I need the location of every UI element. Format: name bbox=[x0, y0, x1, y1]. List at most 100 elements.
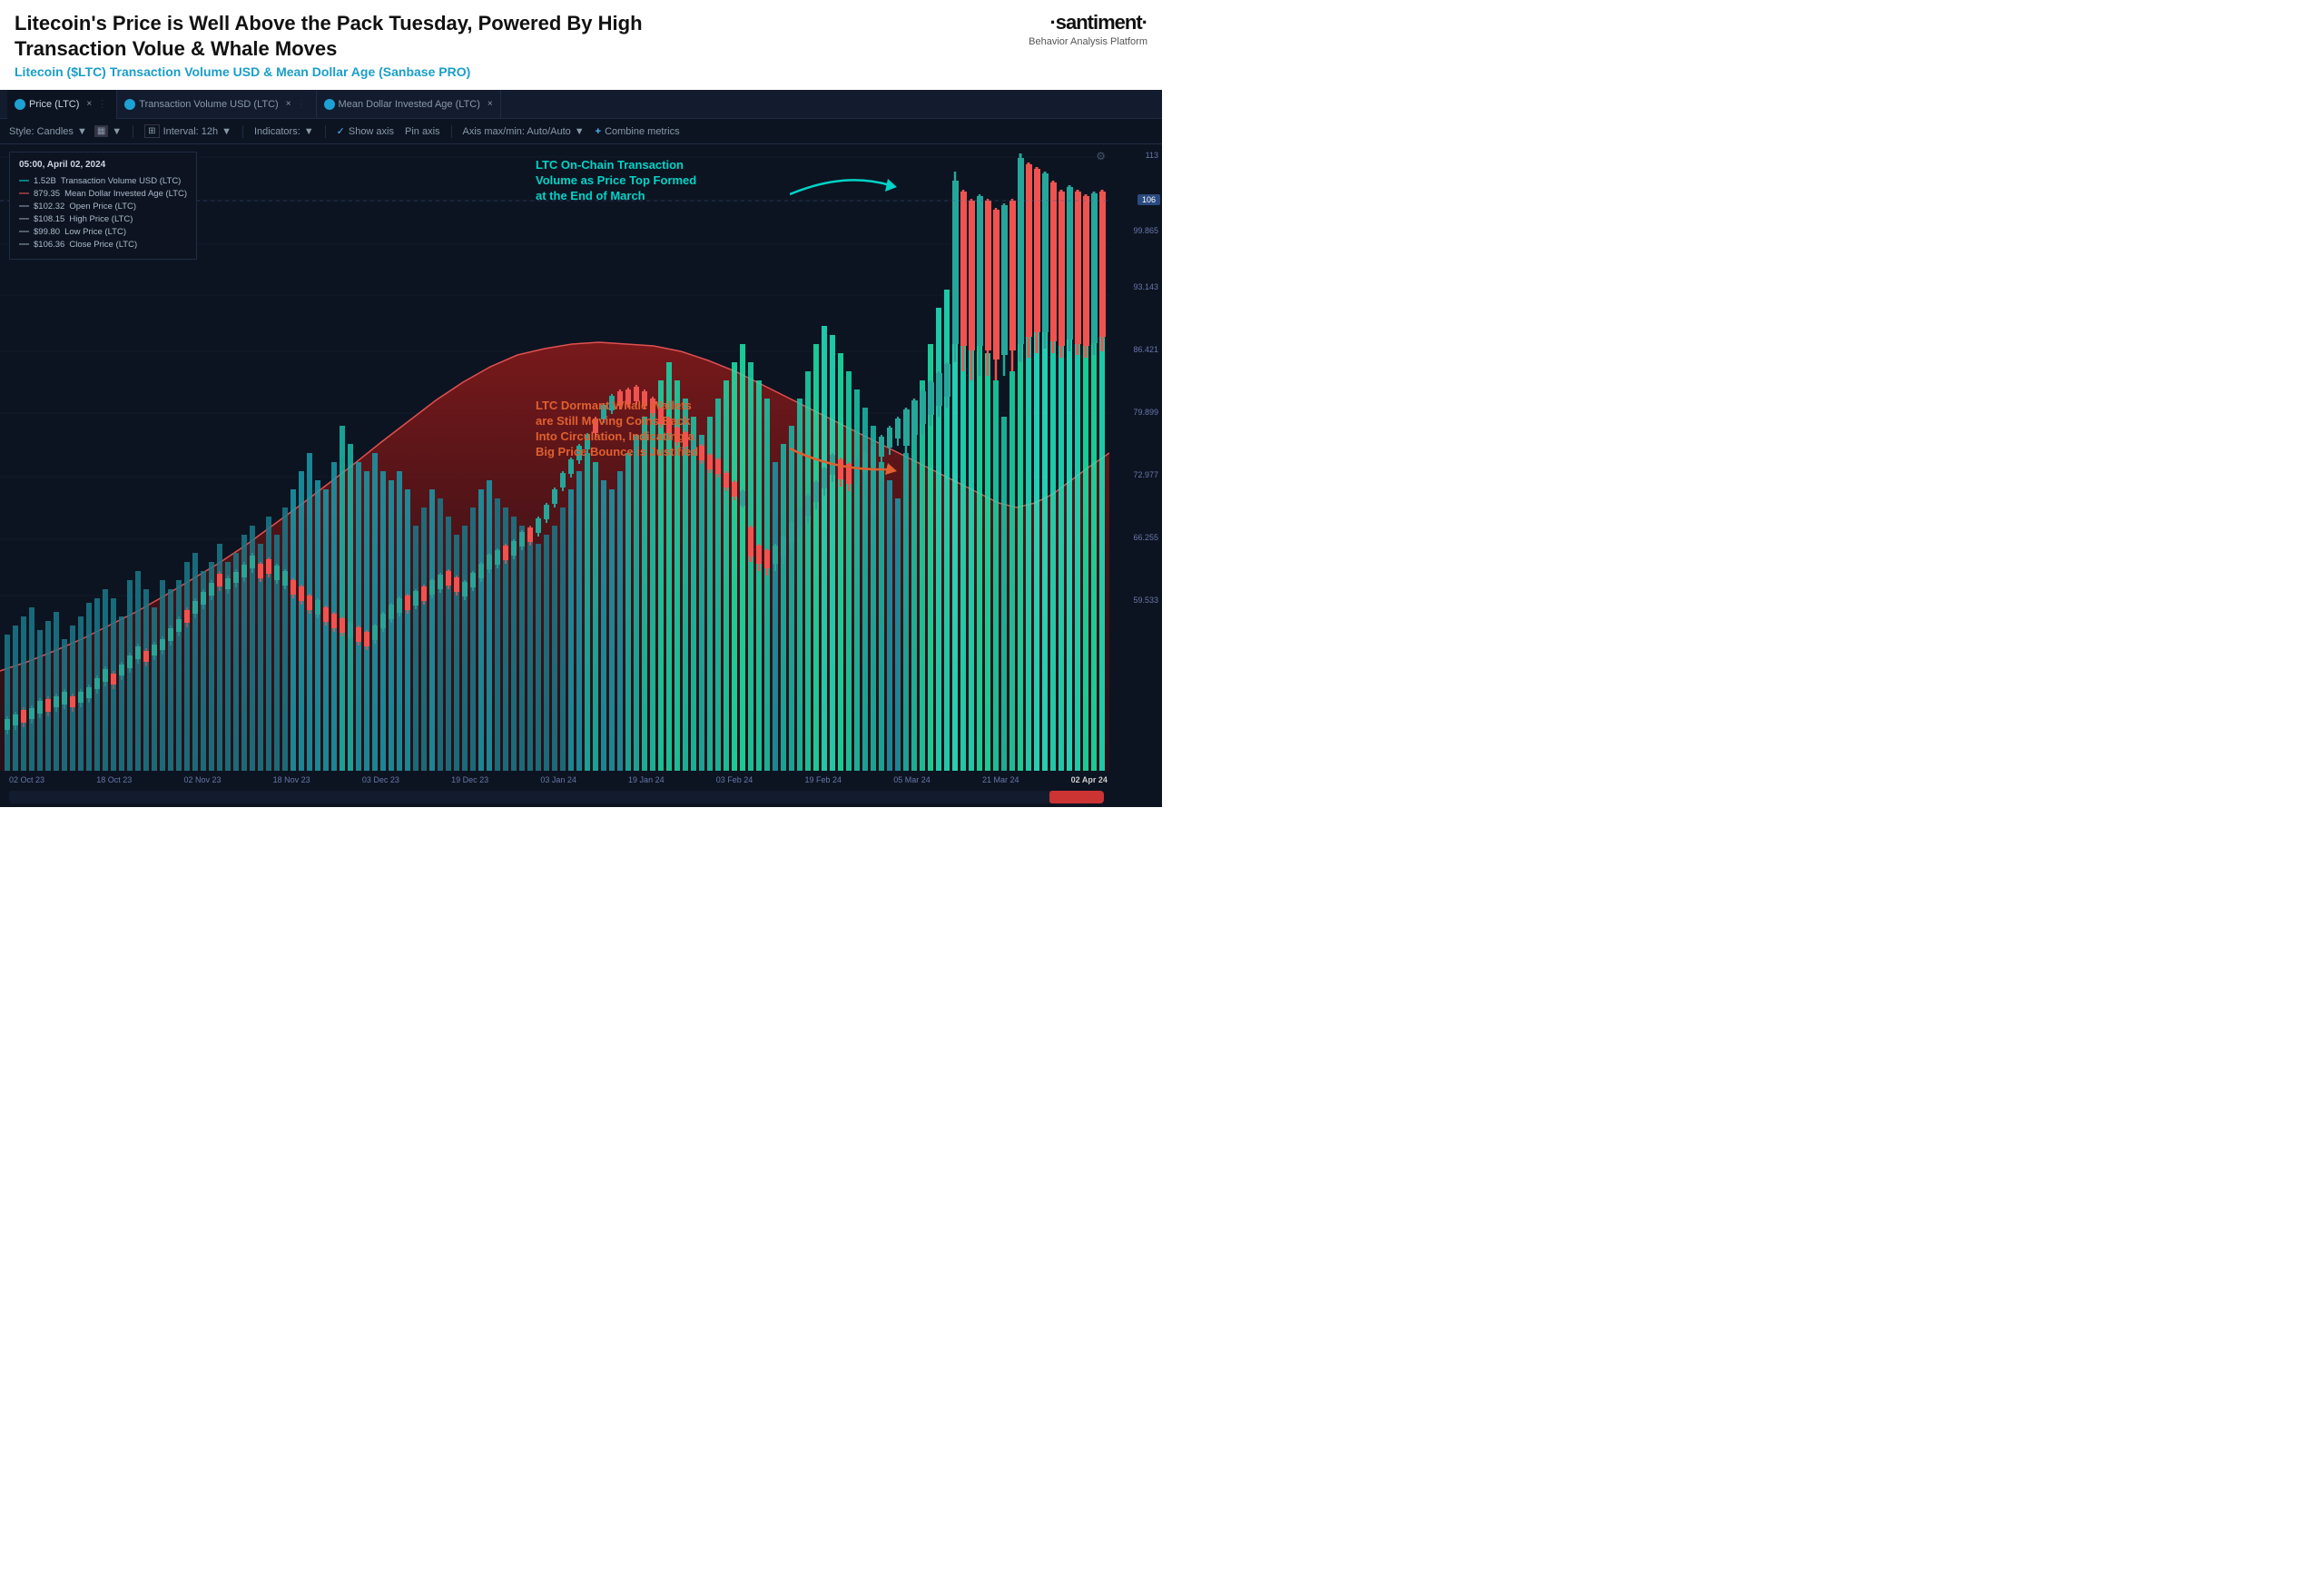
legend-dash-4: — bbox=[19, 226, 29, 237]
legend-row-3: — $108.15 High Price (LTC) bbox=[19, 213, 187, 224]
legend-dash-1: — bbox=[19, 188, 29, 199]
x-label-1: 18 Oct 23 bbox=[96, 775, 132, 784]
tab-volume[interactable]: Transaction Volume USD (LTC) × ⋮ bbox=[117, 90, 316, 119]
indicators-dropdown: ▼ bbox=[304, 126, 314, 137]
legend-val-3: $108.15 bbox=[34, 214, 64, 224]
style-icon: ▦ bbox=[94, 125, 108, 137]
style-candles[interactable]: Style: Candles ▼ ▦ ▼ bbox=[9, 125, 122, 137]
style-dropdown-icon: ▼ bbox=[77, 126, 87, 137]
interval-item[interactable]: ⊞ Interval: 12h ▼ bbox=[144, 124, 231, 138]
legend-dash-2: — bbox=[19, 201, 29, 212]
y-label-93: 93.143 bbox=[1133, 282, 1158, 291]
scrollbar-area[interactable] bbox=[9, 791, 1104, 803]
axis-maxmin-label: Axis max/min: Auto/Auto bbox=[463, 126, 571, 137]
tab-price[interactable]: Price (LTC) × ⋮ bbox=[7, 90, 117, 119]
legend-label-2: Open Price (LTC) bbox=[69, 202, 136, 212]
tab-volume-label: Transaction Volume USD (LTC) bbox=[139, 99, 278, 110]
legend-dash-5: — bbox=[19, 239, 29, 250]
x-label-12: 02 Apr 24 bbox=[1071, 775, 1108, 784]
legend-val-5: $106.36 bbox=[34, 240, 64, 250]
legend-val-2: $102.32 bbox=[34, 202, 64, 212]
x-label-3: 18 Nov 23 bbox=[273, 775, 310, 784]
legend-label-1: Mean Dollar Invested Age (LTC) bbox=[64, 189, 187, 199]
legend-val-1: 879.35 bbox=[34, 189, 60, 199]
tabs-bar: Price (LTC) × ⋮ Transaction Volume USD (… bbox=[0, 90, 1162, 119]
y-label-79: 79.899 bbox=[1133, 408, 1158, 417]
x-label-8: 03 Feb 24 bbox=[716, 775, 753, 784]
scrollbar-thumb[interactable] bbox=[1049, 791, 1104, 803]
x-label-4: 03 Dec 23 bbox=[362, 775, 399, 784]
header-left: Litecoin's Price is Well Above the Pack … bbox=[15, 11, 650, 79]
interval-label: Interval: 12h bbox=[163, 126, 219, 137]
indicators-label: Indicators: bbox=[254, 126, 300, 137]
y-label-99: 99.865 bbox=[1133, 226, 1158, 235]
ltc-icon-3 bbox=[324, 99, 335, 110]
combine-metrics-item[interactable]: + Combine metrics bbox=[596, 126, 680, 137]
y-label-113: 113 bbox=[1146, 151, 1158, 160]
legend-val-0: 1.52B bbox=[34, 176, 56, 186]
tab-mda-close[interactable]: × bbox=[487, 99, 493, 109]
sub-title: Litecoin ($LTC) Transaction Volume USD &… bbox=[15, 64, 650, 79]
style-label: Style: Candles bbox=[9, 126, 74, 137]
legend-label-0: Transaction Volume USD (LTC) bbox=[61, 176, 182, 186]
legend-row-0: — 1.52B Transaction Volume USD (LTC) bbox=[19, 175, 187, 186]
legend-row-2: — $102.32 Open Price (LTC) bbox=[19, 201, 187, 212]
header: Litecoin's Price is Well Above the Pack … bbox=[0, 0, 1162, 86]
x-label-2: 02 Nov 23 bbox=[183, 775, 221, 784]
main-title: Litecoin's Price is Well Above the Pack … bbox=[15, 11, 650, 61]
settings-icon[interactable]: ⚙ bbox=[1096, 150, 1106, 163]
x-label-0: 02 Oct 23 bbox=[9, 775, 44, 784]
legend-dash-3: — bbox=[19, 213, 29, 224]
legend-date: 05:00, April 02, 2024 bbox=[19, 160, 187, 170]
legend-dash-0: — bbox=[19, 175, 29, 186]
logo-sub: Behavior Analysis Platform bbox=[1002, 36, 1147, 47]
x-axis: 02 Oct 23 18 Oct 23 02 Nov 23 18 Nov 23 … bbox=[9, 771, 1108, 789]
y-label-106-highlight: 106 bbox=[1137, 194, 1160, 205]
sep2 bbox=[242, 125, 243, 138]
toolbar: Style: Candles ▼ ▦ ▼ ⊞ Interval: 12h ▼ I… bbox=[0, 119, 1162, 144]
sep3 bbox=[325, 125, 326, 138]
pin-axis-label: Pin axis bbox=[405, 126, 440, 137]
indicators-item[interactable]: Indicators: ▼ bbox=[254, 126, 314, 137]
axis-maxmin-item[interactable]: Axis max/min: Auto/Auto ▼ bbox=[463, 126, 585, 137]
interval-icon: ⊞ bbox=[144, 124, 159, 138]
show-axis-item[interactable]: ✓ Show axis bbox=[337, 125, 394, 137]
y-label-86: 86.421 bbox=[1133, 345, 1158, 354]
legend-box: 05:00, April 02, 2024 — 1.52B Transactio… bbox=[9, 152, 197, 260]
x-label-9: 19 Feb 24 bbox=[805, 775, 842, 784]
tab-price-label: Price (LTC) bbox=[29, 99, 79, 110]
style-dropdown-icon2: ▼ bbox=[112, 126, 122, 137]
legend-label-5: Close Price (LTC) bbox=[69, 240, 137, 250]
sep4 bbox=[451, 125, 452, 138]
x-label-11: 21 Mar 24 bbox=[982, 775, 1019, 784]
show-axis-label: Show axis bbox=[349, 126, 394, 137]
tab-volume-close[interactable]: × bbox=[286, 99, 291, 109]
plus-icon: + bbox=[596, 126, 601, 137]
x-label-5: 19 Dec 23 bbox=[451, 775, 488, 784]
show-axis-check: ✓ bbox=[337, 125, 345, 137]
x-label-10: 05 Mar 24 bbox=[893, 775, 931, 784]
combine-metrics-label: Combine metrics bbox=[605, 126, 680, 137]
tab-mda-label: Mean Dollar Invested Age (LTC) bbox=[339, 99, 480, 110]
legend-label-4: Low Price (LTC) bbox=[64, 227, 126, 237]
ltc-icon bbox=[15, 99, 25, 110]
arrow-cyan bbox=[790, 163, 899, 208]
logo-area: ·santiment· Behavior Analysis Platform bbox=[1002, 11, 1147, 47]
x-label-7: 19 Jan 24 bbox=[628, 775, 665, 784]
tab-mda[interactable]: Mean Dollar Invested Age (LTC) × bbox=[317, 90, 501, 119]
legend-row-1: — 879.35 Mean Dollar Invested Age (LTC) bbox=[19, 188, 187, 199]
y-label-72: 72.977 bbox=[1133, 470, 1158, 479]
legend-label-3: High Price (LTC) bbox=[69, 214, 133, 224]
annotation-cyan: LTC On-Chain TransactionVolume as Price … bbox=[536, 158, 696, 204]
annotation-red: LTC Dormant Whale Walletsare Still Movin… bbox=[536, 399, 698, 460]
y-axis: 113 106 99.865 93.143 86.421 79.899 72.9… bbox=[1109, 144, 1162, 771]
interval-dropdown: ▼ bbox=[222, 126, 231, 137]
y-label-66: 66.255 bbox=[1133, 533, 1158, 542]
axis-maxmin-dropdown: ▼ bbox=[575, 126, 585, 137]
chart-container: Price (LTC) × ⋮ Transaction Volume USD (… bbox=[0, 90, 1162, 807]
x-label-6: 03 Jan 24 bbox=[540, 775, 576, 784]
legend-row-4: — $99.80 Low Price (LTC) bbox=[19, 226, 187, 237]
pin-axis-item[interactable]: Pin axis bbox=[405, 126, 440, 137]
logo-text: ·santiment· bbox=[1002, 11, 1147, 34]
tab-price-close[interactable]: × bbox=[86, 99, 92, 109]
